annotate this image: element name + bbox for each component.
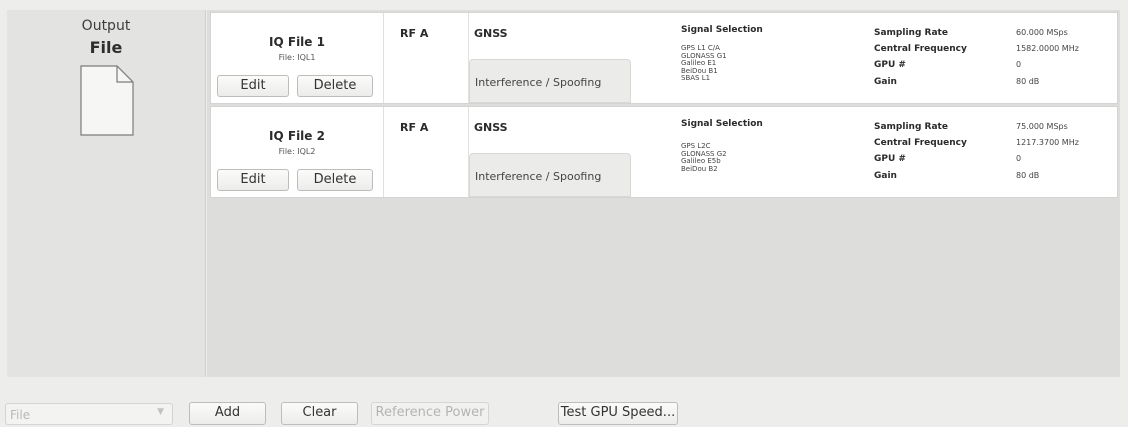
chevron-down-icon: ▼ bbox=[157, 407, 164, 417]
output-type-select[interactable]: File ▼ bbox=[5, 403, 173, 425]
param-label: Central Frequency bbox=[874, 44, 967, 54]
tab-interference-label: Interference / Spoofing bbox=[475, 170, 602, 183]
parameters-cell: Sampling Rate 60.000 MSps Central Freque… bbox=[874, 13, 1114, 103]
param-value: 80 dB bbox=[1016, 171, 1040, 180]
signal-item: SBAS L1 bbox=[681, 74, 711, 82]
rf-output-cell: RF A bbox=[384, 107, 469, 197]
param-value: 60.000 MSps bbox=[1016, 28, 1068, 37]
output-panel: Output File bbox=[7, 10, 206, 377]
output-list: IQ File 1 File: IQL1 Edit Delete RF A GN… bbox=[207, 10, 1120, 377]
signal-item: BeiDou B2 bbox=[681, 164, 718, 173]
bottom-toolbar: File ▼ Add Clear Reference Power Test GP… bbox=[0, 395, 1128, 427]
reference-power-button[interactable]: Reference Power bbox=[371, 402, 489, 425]
signal-selection-header: Signal Selection bbox=[681, 119, 763, 129]
param-label: Sampling Rate bbox=[874, 28, 948, 38]
param-label: Sampling Rate bbox=[874, 122, 948, 132]
tab-interference-spoofing[interactable]: Interference / Spoofing bbox=[469, 153, 631, 197]
tab-interference-label: Interference / Spoofing bbox=[475, 76, 602, 89]
param-value: 75.000 MSps bbox=[1016, 122, 1068, 131]
output-name-cell: IQ File 2 File: IQL2 Edit Delete bbox=[211, 107, 384, 197]
signal-list: GPS L2C GLONASS G2 Galileo E5b BeiDou B2 bbox=[681, 142, 727, 173]
param-label: GPU # bbox=[874, 154, 906, 164]
signal-tabs: GNSS Interference / Spoofing bbox=[469, 107, 631, 197]
output-name-cell: IQ File 1 File: IQL1 Edit Delete bbox=[211, 13, 384, 103]
signal-tabs: GNSS Interference / Spoofing bbox=[469, 13, 631, 103]
param-value: 1582.0000 MHz bbox=[1016, 44, 1079, 53]
rf-output-label: RF A bbox=[400, 121, 429, 134]
output-file: File: IQL2 bbox=[278, 147, 316, 156]
document-icon bbox=[80, 65, 134, 136]
param-label: GPU # bbox=[874, 60, 906, 70]
param-label: Gain bbox=[874, 77, 897, 87]
tab-gnss[interactable]: GNSS bbox=[474, 27, 508, 40]
signal-list: GPS L1 C/A GLONASS G1 Galileo E1 BeiDou … bbox=[681, 44, 727, 83]
output-type-value: File bbox=[10, 408, 31, 422]
edit-button[interactable]: Edit bbox=[217, 169, 289, 191]
edit-button[interactable]: Edit bbox=[217, 75, 289, 97]
output-title: File bbox=[89, 38, 123, 57]
output-file: File: IQL1 bbox=[278, 53, 316, 62]
param-value: 0 bbox=[1016, 154, 1022, 163]
rf-output-cell: RF A bbox=[384, 13, 469, 103]
delete-button[interactable]: Delete bbox=[297, 169, 373, 191]
output-name: IQ File 1 bbox=[269, 35, 325, 49]
tab-gnss[interactable]: GNSS bbox=[474, 121, 508, 134]
rf-output-label: RF A bbox=[400, 27, 429, 40]
param-value: 1217.3700 MHz bbox=[1016, 138, 1079, 147]
tab-interference-spoofing[interactable]: Interference / Spoofing bbox=[469, 59, 631, 103]
output-row: IQ File 1 File: IQL1 Edit Delete RF A GN… bbox=[210, 12, 1118, 104]
param-value: 80 dB bbox=[1016, 77, 1040, 86]
signal-selection-cell: Signal Selection GPS L1 C/A GLONASS G1 G… bbox=[681, 13, 861, 103]
param-label: Gain bbox=[874, 171, 897, 181]
param-value: 0 bbox=[1016, 60, 1022, 69]
delete-button[interactable]: Delete bbox=[297, 75, 373, 97]
add-button[interactable]: Add bbox=[189, 402, 266, 425]
clear-button[interactable]: Clear bbox=[281, 402, 358, 425]
signal-selection-header: Signal Selection bbox=[681, 25, 763, 35]
output-label: Output bbox=[81, 18, 131, 34]
output-name: IQ File 2 bbox=[269, 129, 325, 143]
signal-selection-cell: Signal Selection GPS L2C GLONASS G2 Gali… bbox=[681, 107, 861, 197]
output-row: IQ File 2 File: IQL2 Edit Delete RF A GN… bbox=[210, 106, 1118, 198]
parameters-cell: Sampling Rate 75.000 MSps Central Freque… bbox=[874, 107, 1114, 197]
test-gpu-speed-button[interactable]: Test GPU Speed... bbox=[558, 402, 678, 425]
param-label: Central Frequency bbox=[874, 138, 967, 148]
